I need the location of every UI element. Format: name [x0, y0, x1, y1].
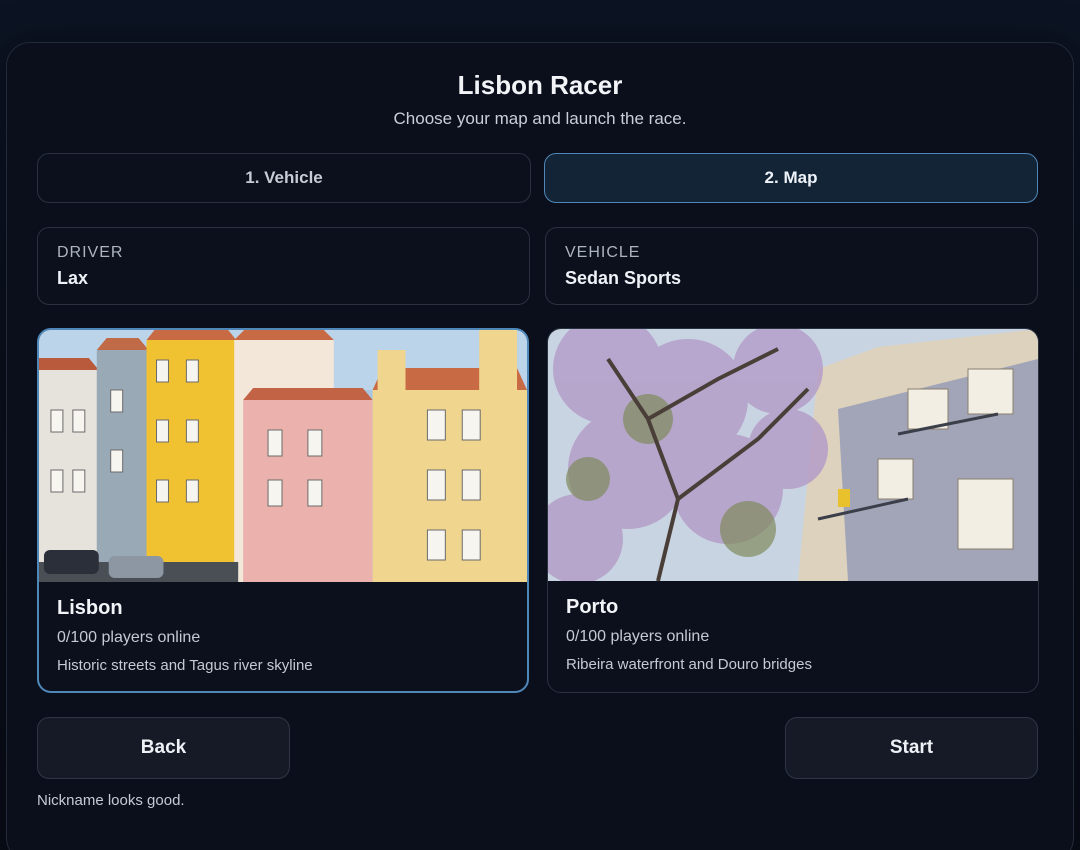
- step-vehicle-tab[interactable]: 1. Vehicle: [37, 153, 531, 203]
- back-button-label: Back: [140, 737, 187, 758]
- back-button[interactable]: Back: [37, 717, 290, 779]
- driver-label: DRIVER: [57, 244, 124, 261]
- map-card-lisbon[interactable]: Lisbon 0/100 players online Historic str…: [37, 328, 529, 693]
- step-map-tab[interactable]: 2. Map: [544, 153, 1038, 203]
- porto-map-image: [548, 329, 1038, 581]
- map-card-porto[interactable]: Porto 0/100 players online Ribeira water…: [547, 328, 1039, 693]
- lisbon-map-name: Lisbon: [57, 597, 123, 619]
- lisbon-map-image: [39, 330, 527, 582]
- start-button-label: Start: [889, 737, 934, 758]
- vehicle-label: VEHICLE: [565, 244, 641, 261]
- porto-players-online: 0/100 players online: [566, 628, 710, 645]
- page-title: Lisbon Racer: [457, 70, 623, 100]
- lisbon-players-online: 0/100 players online: [57, 629, 201, 646]
- status-message: Nickname looks good.: [37, 792, 185, 809]
- vehicle-info-card: VEHICLE Sedan Sports: [545, 227, 1038, 305]
- step-vehicle-label: 1. Vehicle: [245, 168, 323, 187]
- porto-map-description: Ribeira waterfront and Douro bridges: [566, 656, 812, 673]
- page-subtitle: Choose your map and launch the race.: [393, 109, 687, 128]
- vehicle-value: Sedan Sports: [565, 268, 682, 288]
- lisbon-map-description: Historic streets and Tagus river skyline: [57, 657, 313, 674]
- driver-value: Lax: [57, 268, 89, 288]
- driver-info-card: DRIVER Lax: [37, 227, 530, 305]
- step-map-label: 2. Map: [764, 168, 818, 187]
- start-button[interactable]: Start: [785, 717, 1038, 779]
- porto-map-name: Porto: [566, 596, 619, 618]
